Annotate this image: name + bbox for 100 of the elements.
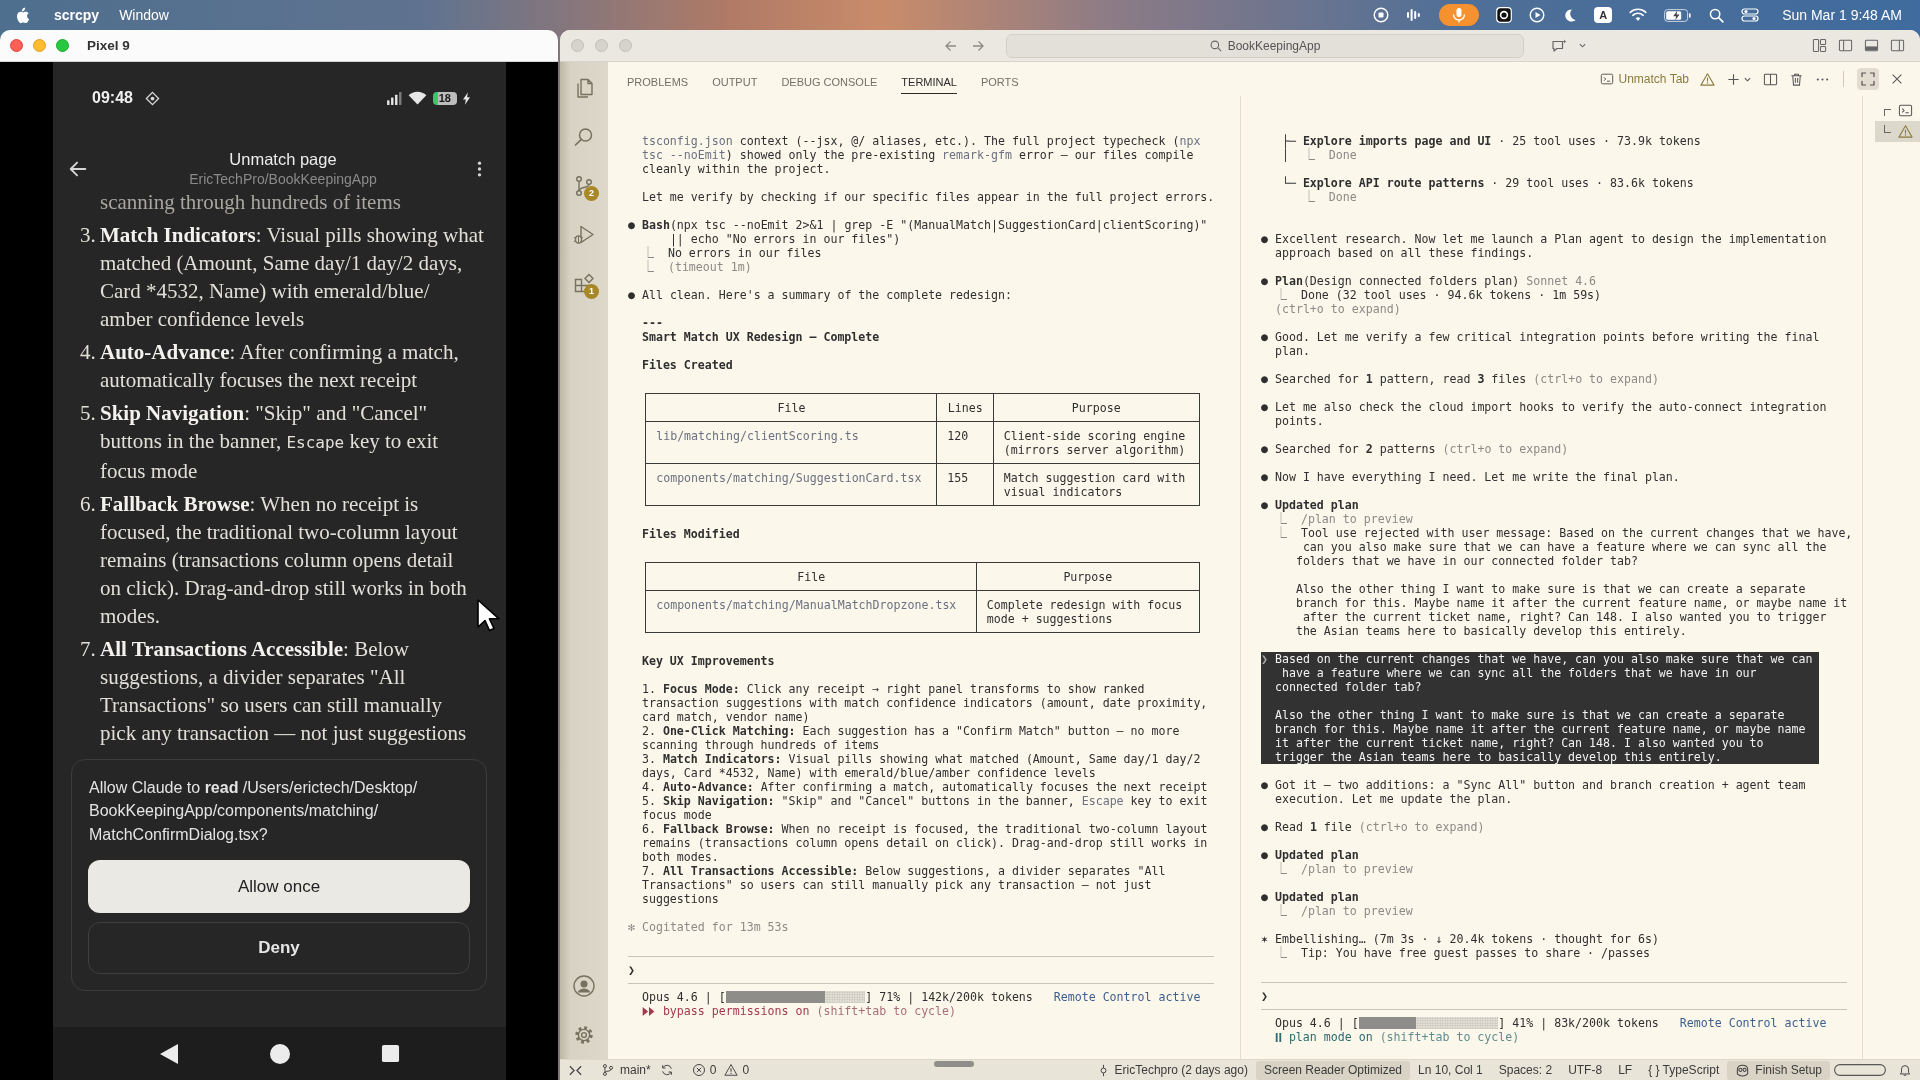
plus-icon[interactable] xyxy=(1726,71,1741,87)
sync-icon[interactable] xyxy=(659,1063,674,1077)
split-icon[interactable] xyxy=(1763,71,1778,87)
recents-button-icon[interactable] xyxy=(381,1044,400,1063)
mode-label: bypass permissions on xyxy=(662,1004,810,1018)
more-options-icon[interactable] xyxy=(477,160,482,178)
finish-setup-button[interactable]: Finish Setup xyxy=(1727,1060,1830,1080)
count-badge: 1 xyxy=(584,284,599,299)
charging-bolt-icon xyxy=(463,91,470,105)
stop-circle-icon[interactable] xyxy=(1373,7,1390,23)
corners-icon[interactable] xyxy=(1857,68,1879,90)
user-prompt-message: ❯ Based on the current changes that we have, can you also make sure that we can have a feature where we can sync all the folders that we have in our connected folder tab? Also the other thing I want to make sure is that we can create a separate branch for this. Maybe name it after the current feature name, or maybe name it after the current ticket name, right? Can 148. I also wanted you to trigger the Asian teams here to basically develop this entirely. xyxy=(1261,652,1820,764)
list-item-continuation: scanning through hundreds of items xyxy=(100,189,401,216)
blame-status[interactable]: EricTechpro (2 days ago) xyxy=(1088,1060,1256,1080)
terminal-list-item[interactable] xyxy=(1875,121,1920,142)
section-heading: --- Smart Match UX Redesign — Complete xyxy=(641,316,881,344)
home-button-icon[interactable] xyxy=(269,1042,291,1065)
wifi-icon[interactable] xyxy=(1629,8,1648,22)
settings-icon[interactable] xyxy=(572,1023,596,1047)
numbered-item: 4. Auto-Advance: After confirming a match, automatically focuses the next receipt xyxy=(641,780,1209,794)
terminal-message: ● Bash(npx tsc --noEmit 2>&1 | grep -E "(ManualMatch|SuggestionCard|clientScoring)" || echo "No errors in our files") ⎿ No errors in our files ⎿ (timeout 1m) xyxy=(628,218,1209,274)
status-item[interactable]: UTF-8 xyxy=(1560,1060,1611,1080)
allow-once-button[interactable]: Allow once xyxy=(88,860,470,913)
table-cell: 155 xyxy=(936,463,994,506)
status-item[interactable]: LF xyxy=(1610,1060,1641,1080)
list-item: 4. Auto-Advance: After confirming a match, automatically focuses the next receipt xyxy=(80,339,459,394)
status-item[interactable]: Ln 10, Col 1 xyxy=(1410,1060,1491,1080)
list-item: 7. All Transactions Accessible: Below suggestions, a divider separates "All Transactions" so users can still manually pick any transaction — not just suggestions xyxy=(80,636,467,747)
close-button[interactable] xyxy=(10,39,23,52)
zoom-button[interactable] xyxy=(56,39,69,52)
panel-tab[interactable]: DEBUG CONSOLE xyxy=(781,62,878,94)
layout-grid-icon[interactable] xyxy=(1812,38,1827,53)
layout-bottom-icon[interactable] xyxy=(1864,38,1879,53)
app-menu[interactable]: scrcpy xyxy=(54,7,100,23)
problems-status[interactable]: 0 0 xyxy=(683,1060,762,1080)
status-item[interactable]: Spaces: 2 xyxy=(1490,1060,1561,1080)
terminal-title-button[interactable]: Unmatch Tab xyxy=(1599,72,1689,86)
panel-tab[interactable]: PROBLEMS xyxy=(627,62,689,94)
prompt-input[interactable]: ❯ xyxy=(628,956,1215,984)
agent-task-entry: ├─ Explore imports page and UI · 25 tool uses · 73.9k tokens │ ⎿ Done xyxy=(1281,134,1702,162)
layout-right-icon[interactable] xyxy=(1890,38,1905,53)
table-cell: Client-side scoring engine (mirrors server algorithm) xyxy=(993,421,1200,464)
deny-button[interactable]: Deny xyxy=(88,922,470,974)
numbered-item: 3. Match Indicators: Visual pills showing what matched (Amount, Same day/1 day/2 days, Card *4532, Name) with emerald/blue/amber confidence levels xyxy=(641,752,1202,780)
mode-hint: (shift+tab to cycle) xyxy=(816,1004,957,1018)
audio-levels-icon[interactable] xyxy=(1406,8,1423,22)
numbered-item: 5. Skip Navigation: "Skip" and "Cancel" buttons in the banner, Escape key to exit focus mode xyxy=(641,794,1209,822)
status-item[interactable]: Screen Reader Optimized xyxy=(1255,1060,1411,1080)
moon-icon[interactable] xyxy=(1562,7,1578,23)
remote-control-status: Remote Control active xyxy=(1053,990,1201,1004)
token-usage: ] 41% | 83k/200k tokens xyxy=(1498,1016,1659,1030)
battery-icon[interactable] xyxy=(1664,8,1693,22)
terminal-message: ● Let me also check the cloud import hooks to verify the auto-connect integration points. xyxy=(1261,400,1828,428)
trash-icon[interactable] xyxy=(1789,71,1804,87)
ring-tile-icon[interactable] xyxy=(1496,7,1513,23)
mode-label: plan mode on xyxy=(1288,1030,1373,1044)
layout-sidebar-icon[interactable] xyxy=(1838,38,1853,53)
panel-tab[interactable]: OUTPUT xyxy=(712,62,758,94)
caret-down-icon[interactable] xyxy=(1578,41,1587,50)
chat-bubble-icon[interactable] xyxy=(1551,37,1567,54)
panel-tab[interactable]: PORTS xyxy=(980,62,1019,94)
search-icon[interactable] xyxy=(1709,7,1725,23)
prompt-input[interactable]: ❯ xyxy=(1261,982,1848,1010)
table-header-cell: File xyxy=(645,562,977,591)
microphone-icon[interactable] xyxy=(1439,4,1480,26)
page-title: Unmatch page xyxy=(229,149,337,170)
token-usage: ] 71% | 142k/200k tokens xyxy=(865,990,1033,1004)
language-status[interactable]: { } TypeScript xyxy=(1640,1060,1728,1080)
search-field[interactable]: BookKeepingApp xyxy=(1006,33,1524,58)
terminal-message: ● Excellent research. Now let me launch a Plan agent to design the implementation approach based on all these findings. xyxy=(1261,232,1828,260)
close-icon[interactable] xyxy=(1890,72,1904,86)
mode-hint: (shift+tab to cycle) xyxy=(1379,1030,1520,1044)
terminal-message: ● Searched for 2 patterns (ctrl+o to expand) xyxy=(1261,442,1570,456)
empty-meter-icon[interactable] xyxy=(1834,1064,1886,1076)
toggles-icon[interactable] xyxy=(1741,8,1760,22)
diamond-icon xyxy=(144,91,160,106)
branch-status[interactable]: main* xyxy=(593,1060,659,1080)
person-circle-icon[interactable] xyxy=(572,974,596,998)
panel-tab[interactable]: TERMINAL xyxy=(901,62,957,94)
back-button-icon[interactable] xyxy=(159,1042,179,1065)
status-time: 09:48 xyxy=(92,88,133,108)
numbered-item: 1. Focus Mode: Click any receipt → right panel transforms to show ranked transaction suggestions with match confidence indicators (amount, date proximity, card match, vendor name) xyxy=(641,682,1209,724)
table-header-cell: Purpose xyxy=(976,562,1200,591)
table-cell: components/matching/ManualMatchDropzone.tsx xyxy=(645,590,977,633)
warning-icon[interactable] xyxy=(1700,71,1715,87)
table-cell: 120 xyxy=(936,421,994,464)
play-bug-icon[interactable] xyxy=(572,223,596,247)
terminal-icon xyxy=(1599,72,1614,86)
terminal-message: ● Good. Let me verify a few critical integration points before writing the final plan. xyxy=(1261,330,1821,358)
drag-handle[interactable] xyxy=(934,1061,974,1067)
apple-icon[interactable] xyxy=(15,6,29,24)
menu-clock[interactable]: Sun Mar 1 9:48 AM xyxy=(1782,7,1902,23)
window-title: Pixel 9 xyxy=(87,38,130,53)
menu-item[interactable]: Window xyxy=(119,7,169,23)
section-heading: Files Created xyxy=(641,358,734,372)
input-source-indicator[interactable]: A xyxy=(1594,7,1613,23)
bot-face-icon xyxy=(1735,1062,1751,1078)
warning-icon xyxy=(724,1063,739,1077)
play-circle-icon[interactable] xyxy=(1529,7,1546,23)
bell-icon[interactable] xyxy=(1898,1063,1912,1077)
